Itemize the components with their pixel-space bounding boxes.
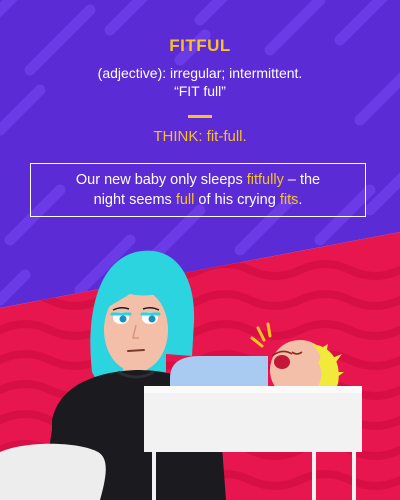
definition-text: (adjective): irregular; intermittent. [97,65,303,81]
highlight-fits: fits [279,192,299,208]
example-sentence: Our new baby only sleeps fitfully – the … [30,170,366,210]
sentence-line-2: night seems full of his crying fits. [93,192,303,208]
mnemonic-text: THINK: fit-full. [153,128,247,145]
vocabulary-word: FITFUL [169,36,231,55]
pronunciation-text: “FIT full” [174,83,226,99]
divider [188,115,212,118]
baby-mouth [274,355,290,369]
highlight-fitfully: fitfully [246,172,284,188]
armchair [0,443,106,500]
highlight-full: full [175,192,195,208]
sentence-line-1: Our new baby only sleeps fitfully – the [75,172,321,188]
